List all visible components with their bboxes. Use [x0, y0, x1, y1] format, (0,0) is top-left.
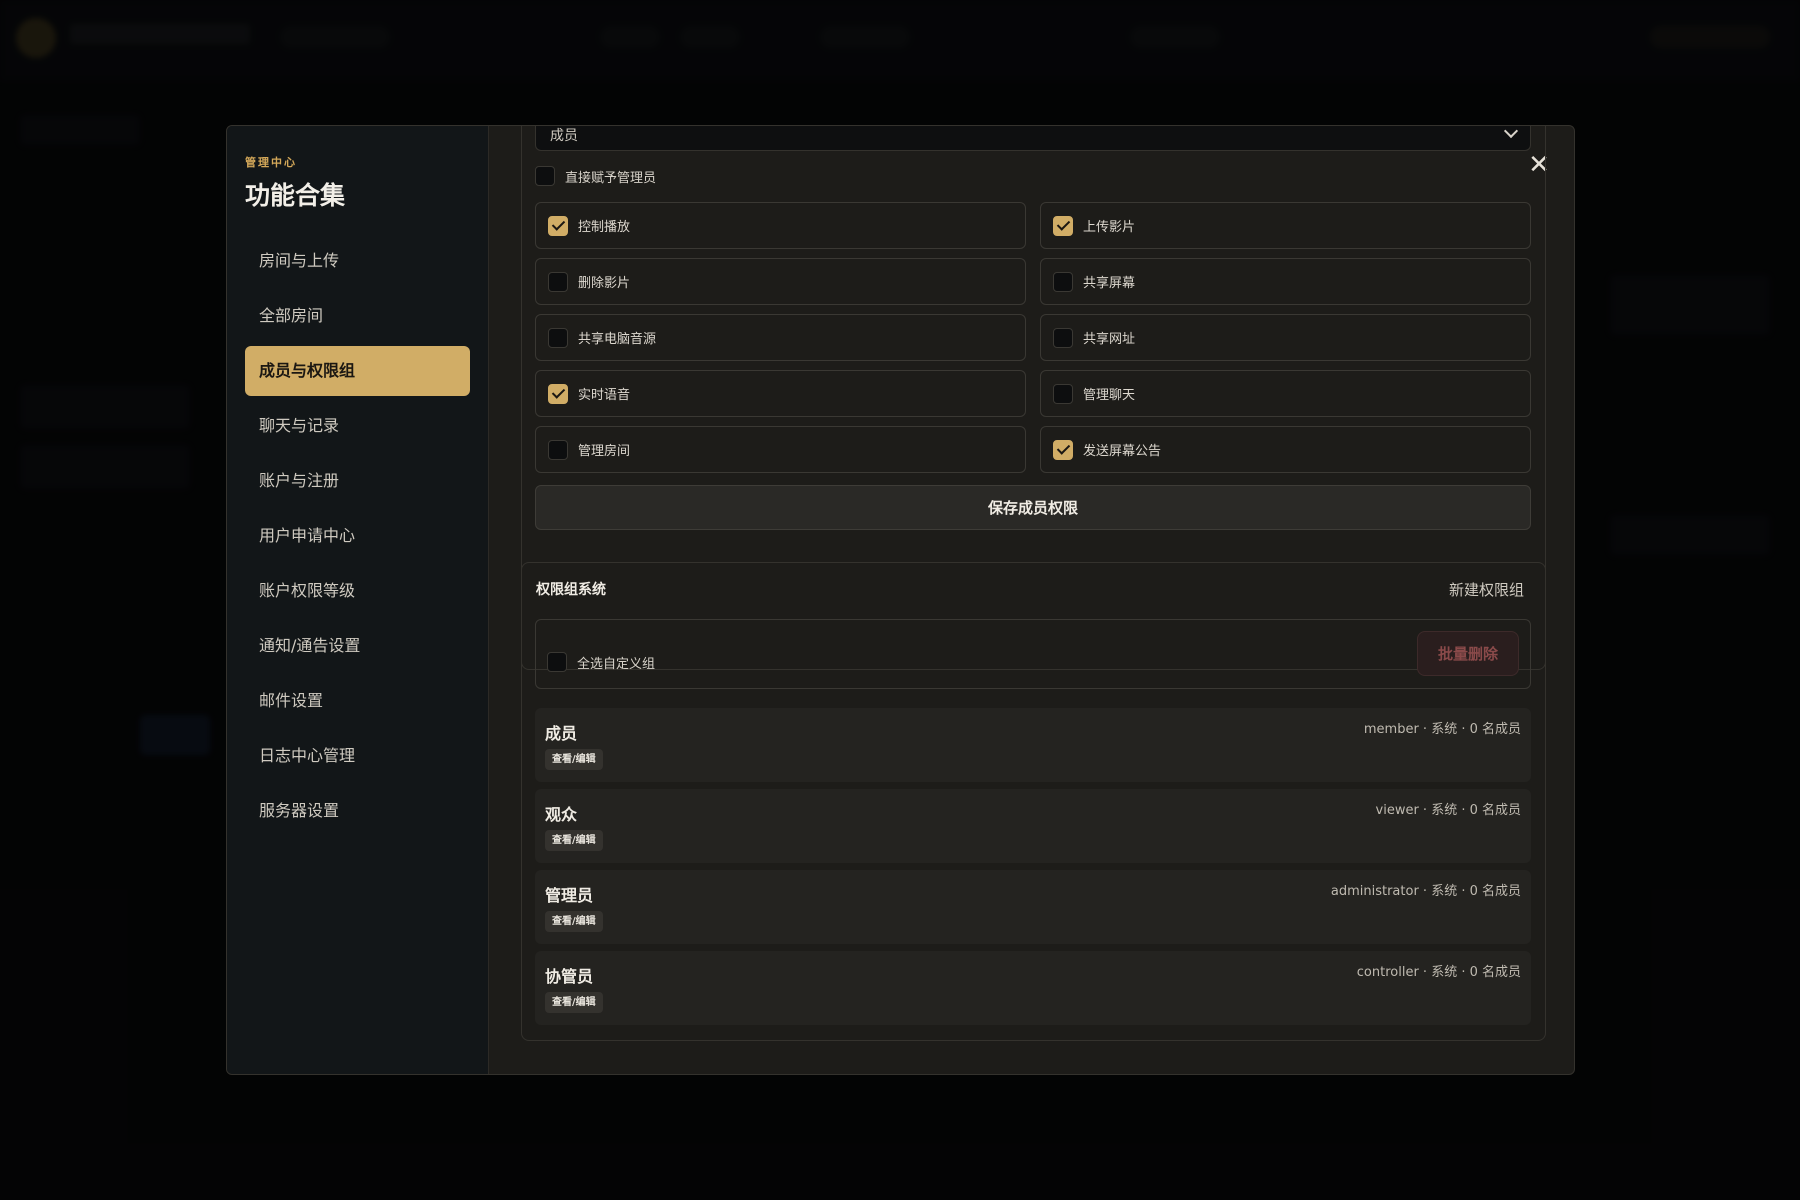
permission-label: 共享电脑音源 [578, 332, 657, 347]
permission-checkbox[interactable] [1053, 215, 1073, 236]
group-meta: administrator · 系统 · 0 名成员 [1330, 884, 1521, 899]
group-meta: controller · 系统 · 0 名成员 [1356, 965, 1521, 980]
group-meta: member · 系统 · 0 名成员 [1363, 722, 1521, 737]
sidebar-item[interactable]: 通知/通告设置 [245, 621, 470, 671]
permission-item[interactable]: 删除影片 [535, 258, 1026, 305]
select-all-label: 全选自定义组 [577, 656, 656, 672]
sidebar-item[interactable]: 成员与权限组 [245, 346, 470, 396]
sidebar-nav: 房间与上传 全部房间 成员与权限组 聊天与记录 账户与注册 用户申请中心 账户权限等级 通知/… [245, 236, 470, 836]
permission-checkbox[interactable] [548, 271, 568, 292]
permission-checkbox[interactable] [1053, 271, 1073, 292]
view-edit-button[interactable]: 查看/编辑 [545, 749, 603, 770]
modal-title: 功能合集 [245, 181, 346, 210]
admin-modal: 管理中心 功能合集 房间与上传 全部房间 成员与权限组 聊天与记录 账户与注册 用户申请中… [226, 125, 1575, 1075]
permission-item[interactable]: 上传影片 [1040, 202, 1531, 249]
permission-item[interactable]: 共享网址 [1040, 314, 1531, 361]
direct-admin-checkbox-row[interactable]: 直接赋予管理员 [535, 166, 656, 186]
permission-item[interactable]: 管理房间 [535, 426, 1026, 473]
direct-admin-checkbox[interactable] [535, 166, 555, 186]
sidebar-item[interactable]: 服务器设置 [245, 786, 470, 836]
permission-label: 删除影片 [578, 276, 631, 291]
sidebar-item[interactable]: 用户申请中心 [245, 511, 470, 561]
permission-item[interactable]: 实时语音 [535, 370, 1026, 417]
modal-sidebar: 管理中心 功能合集 房间与上传 全部房间 成员与权限组 聊天与记录 账户与注册 用户申请中… [227, 126, 489, 1074]
sidebar-item[interactable]: 聊天与记录 [245, 401, 470, 451]
permission-checkbox[interactable] [548, 327, 568, 348]
group-name: 成员 [545, 724, 578, 743]
permission-label: 上传影片 [1083, 220, 1136, 235]
permission-label: 管理聊天 [1083, 388, 1136, 403]
group-name: 观众 [545, 805, 578, 824]
permission-checkbox[interactable] [548, 439, 568, 460]
direct-admin-label: 直接赋予管理员 [565, 170, 657, 186]
permission-label: 共享屏幕 [1083, 276, 1136, 291]
permission-item[interactable]: 共享屏幕 [1040, 258, 1531, 305]
permission-checkbox[interactable] [548, 383, 568, 404]
modal-eyebrow: 管理中心 [245, 156, 297, 169]
permission-checkbox[interactable] [1053, 383, 1073, 404]
sidebar-item[interactable]: 房间与上传 [245, 236, 470, 286]
sidebar-item[interactable]: 邮件设置 [245, 676, 470, 726]
group-meta: viewer · 系统 · 0 名成员 [1375, 803, 1521, 818]
chevron-down-icon [1503, 126, 1519, 138]
permission-grid: 控制播放 上传影片删除影片 共享屏幕共享电脑音源 共享网址实时语音 管理聊天管理房间 发送… [535, 202, 1531, 473]
view-edit-button[interactable]: 查看/编辑 [545, 911, 603, 932]
permission-item[interactable]: 控制播放 [535, 202, 1026, 249]
permission-label: 共享网址 [1083, 332, 1136, 347]
group-row: 观众 viewer · 系统 · 0 名成员查看/编辑 [535, 789, 1531, 863]
select-all-checkbox[interactable] [547, 652, 567, 672]
permission-item[interactable]: 发送屏幕公告 [1040, 426, 1531, 473]
view-edit-button[interactable]: 查看/编辑 [545, 992, 603, 1013]
permission-groups-panel: 权限组系统 新建权限组 全选自定义组 批量删除 成员 member · 系统 · … [521, 562, 1546, 1041]
group-row: 管理员 administrator · 系统 · 0 名成员查看/编辑 [535, 870, 1531, 944]
permission-label: 管理房间 [578, 444, 631, 459]
permission-item[interactable]: 共享电脑音源 [535, 314, 1026, 361]
sidebar-item[interactable]: 日志中心管理 [245, 731, 470, 781]
view-edit-button[interactable]: 查看/编辑 [545, 830, 603, 851]
sidebar-item[interactable]: 账户与注册 [245, 456, 470, 506]
select-all-checkbox-row[interactable]: 全选自定义组 [547, 652, 655, 672]
group-row: 协管员 controller · 系统 · 0 名成员查看/编辑 [535, 951, 1531, 1025]
permission-checkbox[interactable] [1053, 327, 1073, 348]
permission-item[interactable]: 管理聊天 [1040, 370, 1531, 417]
sidebar-item[interactable]: 全部房间 [245, 291, 470, 341]
permission-checkbox[interactable] [548, 215, 568, 236]
permission-label: 实时语音 [578, 388, 631, 403]
permission-label: 发送屏幕公告 [1083, 444, 1162, 459]
permission-checkbox[interactable] [1053, 439, 1073, 460]
save-permissions-button[interactable]: 保存成员权限 [535, 485, 1531, 530]
permission-label: 控制播放 [578, 220, 631, 235]
select-all-bar: 全选自定义组 批量删除 [535, 619, 1531, 689]
role-select[interactable]: 成员 [535, 126, 1531, 151]
group-name: 管理员 [545, 886, 594, 905]
groups-title: 权限组系统 [536, 582, 606, 598]
group-name: 协管员 [545, 967, 594, 986]
role-select-value: 成员 [550, 127, 578, 144]
batch-delete-button[interactable]: 批量删除 [1417, 631, 1519, 676]
modal-content: ✕ 成员 直接赋予管理员 控制播放 上传影片 删除影片 共享屏幕 共享电脑音源 共享网址实… [489, 126, 1574, 1074]
group-row: 成员 member · 系统 · 0 名成员查看/编辑 [535, 708, 1531, 782]
sidebar-item[interactable]: 账户权限等级 [245, 566, 470, 616]
new-group-button[interactable]: 新建权限组 [1449, 579, 1524, 600]
group-list: 成员 member · 系统 · 0 名成员 查看/编辑 观众 viewer · 系统 … [535, 708, 1531, 1032]
